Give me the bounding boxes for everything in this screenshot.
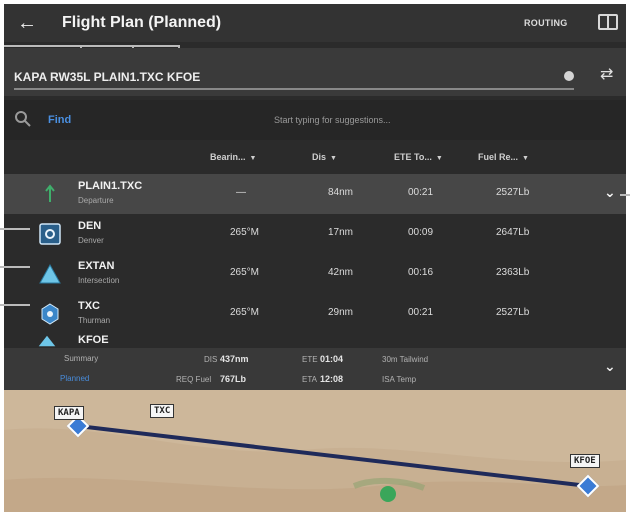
column-header-bearing[interactable]: Bearin... ▼ [210, 152, 256, 162]
ete-cell: 00:21 [408, 187, 434, 198]
waypoint-name: KFOE [78, 334, 109, 346]
eta-label: ETA [302, 375, 317, 384]
split-panel-icon[interactable] [598, 14, 618, 30]
distance-cell: 29nm [328, 307, 354, 318]
waypoint-name: EXTAN [78, 260, 115, 272]
fuel-value: 767Lb [220, 374, 247, 384]
column-header-distance[interactable]: Dis ▼ [312, 152, 337, 162]
back-arrow-icon[interactable]: ← [14, 10, 40, 36]
ete-cell: 00:09 [408, 227, 434, 238]
waypoint-type: Denver [78, 236, 104, 245]
fuel-label: REQ Fuel [176, 375, 212, 384]
sort-caret-icon: ▼ [435, 155, 443, 162]
column-header-label: Fuel Re... [478, 152, 519, 162]
app-header: ← Flight Plan (Planned) ROUTING [4, 4, 626, 42]
find-button[interactable]: Find [48, 114, 71, 126]
waypoint-type: Departure [78, 196, 114, 205]
callout-line [4, 45, 180, 47]
waypoint-row[interactable]: TXC Thurman 265°M 29nm 00:21 2527Lb [4, 294, 626, 334]
fuel-cell: 2527Lb [496, 307, 530, 318]
search-hint: Start typing for suggestions... [274, 115, 391, 125]
fuel-cell: 2527Lb [496, 187, 530, 198]
waypoint-type: Thurman [78, 316, 111, 325]
route-underline [14, 88, 574, 90]
column-header-label: ETE To... [394, 152, 432, 162]
distance-value: 437nm [220, 354, 249, 364]
map-label-kapa: KAPA [54, 406, 84, 420]
ete-label: ETE [302, 355, 318, 364]
bearing-cell: 265°M [230, 267, 260, 278]
waypoint-name: TXC [78, 300, 100, 312]
temp-info: ISA Temp [382, 375, 417, 384]
callout-line [0, 266, 30, 268]
column-header-fuel[interactable]: Fuel Re... ▼ [478, 152, 529, 162]
wind-info: 30m Tailwind [382, 355, 429, 364]
column-header-ete[interactable]: ETE To... ▼ [394, 152, 443, 162]
intersection-icon [39, 263, 61, 284]
sort-caret-icon: ▼ [249, 155, 257, 162]
departure-icon [45, 184, 55, 202]
ete-cell: 00:21 [408, 307, 434, 318]
map-terrain [4, 390, 626, 512]
summary-label: Summary [64, 354, 99, 363]
vor-icon [39, 223, 61, 245]
eta-value: 12:08 [320, 374, 344, 384]
distance-cell: 42nm [328, 267, 354, 278]
fuel-cell: 2363Lb [496, 267, 530, 278]
clear-dot-icon[interactable] [564, 71, 574, 81]
waypoint-name: PLAIN1.TXC [78, 180, 143, 192]
bearing-cell: 265°M [230, 307, 260, 318]
page-title: Flight Plan (Planned) [62, 14, 222, 31]
flight-plan-screen: ← Flight Plan (Planned) ROUTING KAPA RW3… [4, 4, 626, 512]
chevron-down-icon[interactable]: ⌄ [604, 358, 616, 375]
distance-cell: 17nm [328, 227, 354, 238]
distance-label: DIS [204, 355, 218, 364]
bearing-cell: — [236, 187, 246, 198]
column-header-label: Bearin... [210, 152, 246, 162]
waypoint-type: Intersection [78, 276, 120, 285]
bearing-cell: 265°M [230, 227, 260, 238]
vortac-icon [41, 303, 59, 325]
ete-cell: 00:16 [408, 267, 434, 278]
routing-button[interactable]: ROUTING [524, 18, 568, 28]
swap-route-icon[interactable]: ⇄ [600, 64, 613, 84]
waypoint-row[interactable]: DEN Denver 265°M 17nm 00:09 2647Lb [4, 214, 626, 254]
callout-line [0, 228, 30, 230]
summary-bar[interactable]: Summary Planned DIS 437nm REQ Fuel 767Lb… [4, 348, 626, 390]
map-label-kfoe: KFOE [570, 454, 600, 468]
fuel-cell: 2647Lb [496, 227, 530, 238]
route-input-bar[interactable]: KAPA RW35L PLAIN1.TXC KFOE ⇄ [4, 48, 626, 96]
callout-line [620, 194, 630, 196]
route-string[interactable]: KAPA RW35L PLAIN1.TXC KFOE [14, 70, 200, 84]
waypoint-search-row: Find Start typing for suggestions... [4, 100, 626, 140]
map-view[interactable]: KAPA TXC KFOE [4, 390, 626, 512]
search-icon[interactable] [14, 110, 32, 128]
waypoint-row[interactable]: EXTAN Intersection 265°M 42nm 00:16 2363… [4, 254, 626, 294]
sort-caret-icon: ▼ [330, 155, 337, 162]
distance-cell: 84nm [328, 187, 354, 198]
sort-caret-icon: ▼ [522, 155, 529, 162]
waypoint-row-departure[interactable]: PLAIN1.TXC Departure — 84nm 00:21 2527Lb… [4, 174, 626, 214]
map-label-txc: TXC [150, 404, 175, 418]
column-header-label: Dis [312, 152, 327, 162]
airport-icon [38, 335, 56, 347]
waypoint-name: DEN [78, 220, 102, 232]
ete-value: 01:04 [320, 354, 344, 364]
planned-link[interactable]: Planned [60, 374, 89, 383]
chevron-down-icon[interactable]: ⌄ [604, 184, 616, 201]
callout-line [0, 304, 30, 306]
